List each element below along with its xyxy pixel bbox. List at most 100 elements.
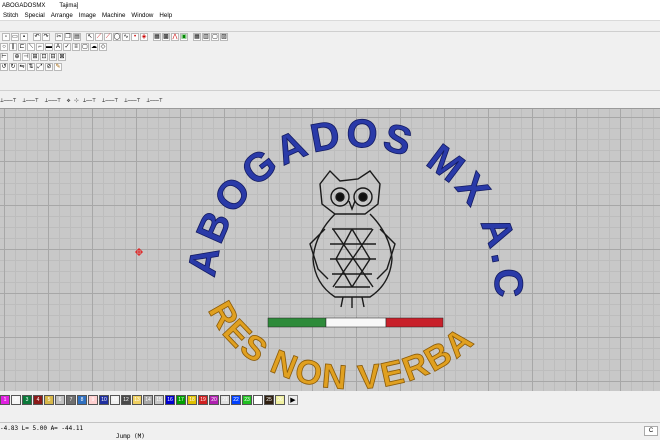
palette-swatch[interactable]: 3 — [22, 395, 32, 405]
palette-swatch[interactable]: 10 — [99, 395, 109, 405]
move-icon[interactable]: ✥ ⊹ ⊥⎯⎯⊤ — [67, 97, 96, 105]
palette-swatch[interactable]: 9 — [88, 395, 98, 405]
menu-arrange[interactable]: Arrange — [48, 12, 76, 19]
frame-icon[interactable]: ▢ — [211, 33, 219, 41]
fill-stitch-icon[interactable]: ◯ — [113, 33, 121, 41]
menu-special[interactable]: Special — [21, 12, 47, 19]
design-canvas[interactable]: ABOGADOS MX A.C. RES NON VERBA — [0, 108, 660, 392]
redo-icon[interactable]: ↷ — [42, 33, 50, 41]
palette-swatch[interactable]: 24 — [253, 395, 263, 405]
stair-icon[interactable]: ⌐ — [36, 43, 44, 51]
toolbar-row-3: ⊢ ⊕ ⊣ ⊞ ⊡ ⊟ ⊠ — [0, 52, 67, 62]
palette-swatch[interactable]: 19 — [198, 395, 208, 405]
group-icon[interactable]: ⊡ — [40, 53, 48, 61]
list-icon[interactable]: ≡ — [72, 43, 80, 51]
palette-swatch[interactable]: 15 — [154, 395, 164, 405]
palette-swatch[interactable]: 6 — [55, 395, 65, 405]
toolbar-area: ▫ ▭ ▪ ↶ ↷ ✂ ❐ ▤ ↖ ⟋ ⟋ ◯ ∿ • ◈ ▦ ▩ ⋀ ▣ ▦ … — [0, 22, 660, 104]
align-center-icon[interactable]: ⊕ — [13, 53, 21, 61]
curve-icon[interactable]: ∿ — [122, 33, 130, 41]
color-image-icon[interactable]: ▣ — [180, 33, 188, 41]
zigzag-icon[interactable]: ⋀ — [171, 33, 179, 41]
rotate-left-icon[interactable]: ↺ — [0, 63, 8, 71]
palette-swatch[interactable]: 12 — [121, 395, 131, 405]
palette-swatch[interactable]: 2 — [11, 395, 21, 405]
palette-swatch[interactable]: 22 — [231, 395, 241, 405]
menu-stitch[interactable]: Stitch — [0, 12, 21, 19]
grid-icon[interactable]: ▦ — [153, 33, 161, 41]
palette-swatch[interactable]: 25 — [264, 395, 274, 405]
trace-icon[interactable]: ⊠ — [58, 53, 66, 61]
window-title: ABOGADOSMX — [2, 2, 46, 9]
save-icon[interactable]: ▪ — [20, 33, 28, 41]
menu-machine[interactable]: Machine — [99, 12, 128, 19]
title-bar: ABOGADOSMX Tajima] — [0, 0, 660, 11]
open-icon[interactable]: ▭ — [11, 33, 19, 41]
toolbar-row-2: ○ ∥ ⊏ ⟍ ⌐ ▬ A ✓ ≡ ▢ ☁ ◇ — [0, 42, 108, 52]
point-icon[interactable]: • — [131, 33, 139, 41]
palette-swatch[interactable]: 18 — [187, 395, 197, 405]
paste-icon[interactable]: ▤ — [73, 33, 81, 41]
hatch-icon[interactable]: ▩ — [162, 33, 170, 41]
angle-icon[interactable]: ⊥⎯⎯⎯⊤ — [44, 97, 60, 105]
flip-icon[interactable]: ⇅ — [27, 63, 35, 71]
edge-icon[interactable]: ⊏ — [18, 43, 26, 51]
palette-swatch[interactable]: 26 — [275, 395, 285, 405]
undo-icon[interactable]: ↶ — [33, 33, 41, 41]
stitch-mode: Jump (M) — [116, 433, 145, 440]
density-icon[interactable]: ⊥⎯⎯⎯⊤ — [22, 97, 38, 105]
menu-image[interactable]: Image — [76, 12, 99, 19]
diagonal-icon[interactable]: ⟍ — [27, 43, 35, 51]
palette-swatch[interactable]: 4 — [33, 395, 43, 405]
palette-swatch[interactable]: 16 — [165, 395, 175, 405]
shape-icon[interactable]: ◇ — [99, 43, 107, 51]
select-icon[interactable]: ↖ — [86, 33, 94, 41]
new-icon[interactable]: ▫ — [2, 33, 10, 41]
menu-help[interactable]: Help — [156, 12, 175, 19]
palette-scroll-right-icon[interactable]: ▶ — [288, 395, 298, 405]
applique-icon[interactable]: ◈ — [140, 33, 148, 41]
toolbar-divider-2 — [0, 90, 660, 91]
paint-icon[interactable]: ✎ — [54, 63, 62, 71]
palette-swatch[interactable]: 14 — [143, 395, 153, 405]
flag-green — [267, 317, 327, 328]
palette-swatch[interactable]: 8 — [77, 395, 87, 405]
palette-swatch[interactable]: 20 — [209, 395, 219, 405]
check-icon[interactable]: ✓ — [63, 43, 71, 51]
mirror-icon[interactable]: ⇋ — [18, 63, 26, 71]
palette-swatch[interactable]: 5 — [44, 395, 54, 405]
cut-icon[interactable]: ✂ — [55, 33, 63, 41]
bar-icon[interactable]: ▬ — [45, 43, 53, 51]
palette-swatch[interactable]: 23 — [242, 395, 252, 405]
height-icon[interactable]: ⊥⎯⎯⎯⊤ — [124, 97, 140, 105]
cloud-icon[interactable]: ☁ — [90, 43, 98, 51]
distribute-icon[interactable]: ⊞ — [31, 53, 39, 61]
ungroup-icon[interactable]: ⊟ — [49, 53, 57, 61]
palette-swatch[interactable]: 1 — [0, 395, 10, 405]
lock-icon[interactable]: ⊘ — [45, 63, 53, 71]
align-right-icon[interactable]: ⊣ — [22, 53, 30, 61]
palette-swatch[interactable]: 11 — [110, 395, 120, 405]
palette-swatch[interactable]: 17 — [176, 395, 186, 405]
text-a-icon[interactable]: A — [54, 43, 62, 51]
rotate-right-icon[interactable]: ↻ — [9, 63, 17, 71]
box-icon[interactable]: ▢ — [81, 43, 89, 51]
line-stitch-icon[interactable]: ⟋ — [95, 33, 103, 41]
layers-icon[interactable]: ▥ — [202, 33, 210, 41]
palette-swatch[interactable]: 21 — [220, 395, 230, 405]
palette-swatch[interactable]: 7 — [66, 395, 76, 405]
offset-icon[interactable]: ⊥⎯⎯⎯⊤ — [146, 97, 162, 105]
copy-icon[interactable]: ❐ — [64, 33, 72, 41]
satin-icon[interactable]: ⟋ — [104, 33, 112, 41]
align-left-icon[interactable]: ⊢ — [0, 53, 8, 61]
column-icon[interactable]: ∥ — [9, 43, 17, 51]
spacing-icon[interactable]: ⊥⎯⎯⎯⊤ — [0, 97, 16, 105]
chart-icon[interactable]: ▨ — [220, 33, 228, 41]
table-icon[interactable]: ▦ — [193, 33, 201, 41]
menu-window[interactable]: Window — [128, 12, 156, 19]
scale-icon[interactable]: ⤢ — [36, 63, 44, 71]
width-icon[interactable]: ⊥⎯⎯⎯⊤ — [102, 97, 118, 105]
circle-tool-icon[interactable]: ○ — [0, 43, 8, 51]
palette-swatch[interactable]: 13 — [132, 395, 142, 405]
bottom-arc-path-text: RES NON VERBA — [200, 295, 480, 392]
